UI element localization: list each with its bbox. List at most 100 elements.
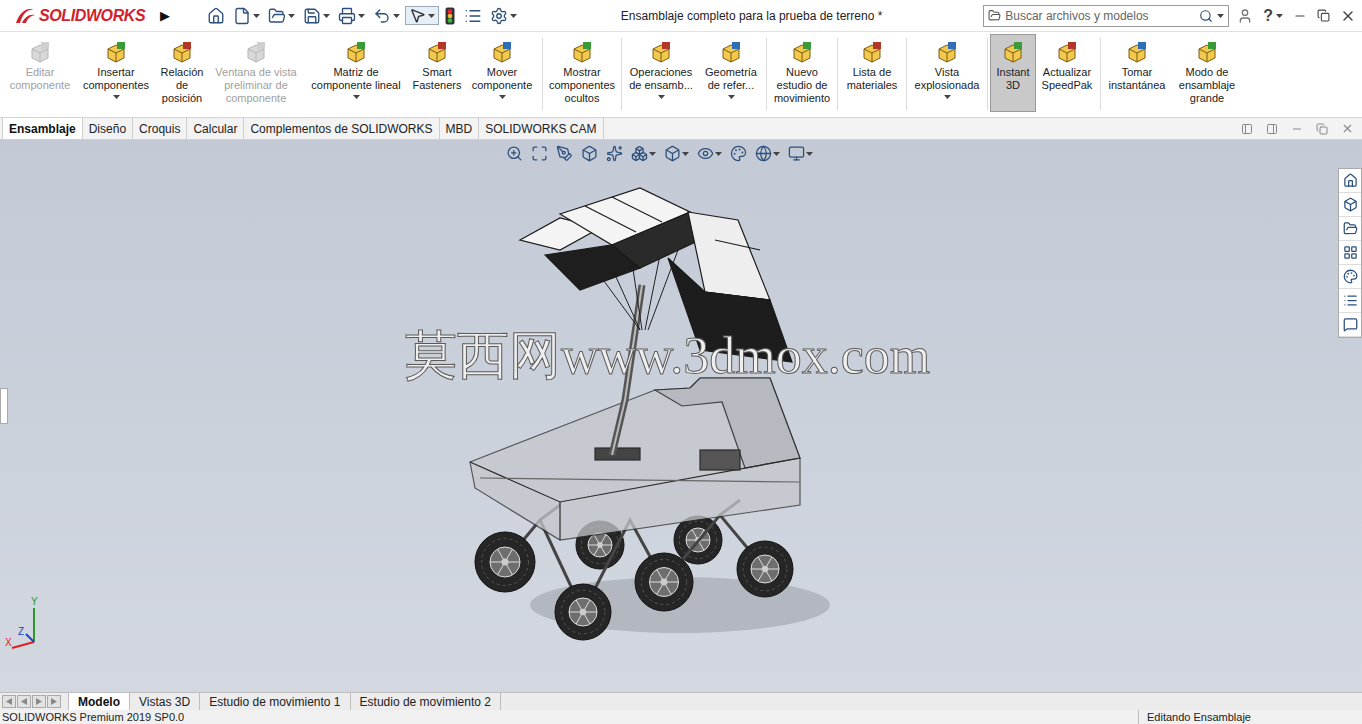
command-tab[interactable]: Calcular [187, 118, 244, 139]
task-pane-tabs [1338, 168, 1362, 338]
menu-toggle[interactable]: ▶ [160, 6, 178, 26]
caret-icon [773, 152, 780, 156]
appearances-icon [1343, 269, 1358, 284]
command-tab[interactable]: Complementos de SOLIDWORKS [244, 118, 439, 139]
wheel [635, 553, 693, 611]
command-tab[interactable]: MBD [440, 118, 480, 139]
ribbon-button[interactable]: Lista de materiales [840, 34, 904, 112]
home[interactable] [204, 7, 228, 25]
command-tab[interactable]: Ensamblaje [2, 118, 83, 139]
command-tab[interactable]: Diseño [83, 118, 133, 139]
ribbon-button[interactable]: Instant 3D [990, 34, 1036, 112]
command-icon [491, 41, 513, 63]
task-pane-tab[interactable] [1339, 217, 1361, 241]
ribbon-button[interactable]: Tomar instantánea [1103, 34, 1171, 112]
arrow-icon [21, 698, 27, 705]
section-view[interactable] [581, 145, 598, 162]
edit-mode: Editando Ensamblaje [1138, 710, 1362, 724]
bottom-tab[interactable]: Estudio de movimiento 2 [351, 693, 501, 710]
ribbon-button[interactable]: Insertar componentes [78, 34, 154, 112]
ribbon-button[interactable]: Vista explosionada [909, 34, 985, 112]
tab-scroll-button[interactable] [17, 695, 31, 708]
caret-icon [499, 95, 506, 99]
print[interactable] [335, 7, 368, 25]
task-pane-tab[interactable] [1339, 169, 1361, 193]
panel-handle[interactable] [0, 388, 8, 424]
resources-icon [1343, 173, 1358, 188]
ribbon-separator [766, 38, 767, 110]
bottom-tab[interactable]: Estudio de movimiento 1 [200, 693, 350, 710]
command-tabs: EnsamblajeDiseñoCroquisCalcularComplemen… [0, 118, 1362, 140]
ribbon-button[interactable]: Mostrar componentes ocultos [545, 34, 619, 112]
display-style[interactable] [664, 145, 689, 162]
view-orientation[interactable] [631, 145, 656, 162]
zoom-to-fit[interactable] [506, 145, 523, 162]
logo[interactable]: SOLIDWORKS [14, 4, 154, 28]
chassis [470, 378, 800, 540]
undo[interactable] [370, 7, 403, 25]
apply-scene[interactable] [755, 145, 780, 162]
caret-icon [806, 152, 813, 156]
ribbon-button[interactable]: Nuevo estudio de movimiento [769, 34, 835, 112]
help-button[interactable]: ? [1263, 4, 1283, 28]
ribbon-separator [1100, 38, 1101, 110]
rover-model[interactable] [0, 140, 1362, 692]
doc-minimize-icon[interactable] [1291, 123, 1303, 135]
command-tab[interactable]: Croquis [133, 118, 187, 139]
ribbon-button[interactable]: Matriz de componente lineal [302, 34, 410, 112]
bottom-tab[interactable]: Vistas 3D [130, 693, 200, 710]
heads-up-toolbar [506, 145, 813, 162]
command-icon [936, 41, 958, 63]
ribbon-button[interactable]: Actualizar SpeedPak [1036, 34, 1098, 112]
panel-right-icon[interactable] [1266, 123, 1278, 135]
open-file[interactable] [265, 7, 298, 25]
new-file[interactable] [230, 7, 263, 25]
panel-left-icon[interactable] [1241, 123, 1253, 135]
task-pane-tab[interactable] [1339, 265, 1361, 289]
command-manager: Editar componenteInsertar componentesRel… [0, 32, 1362, 118]
bottom-tab[interactable]: Modelo [68, 693, 130, 710]
view-settings[interactable] [788, 145, 813, 162]
command-icon [1056, 41, 1078, 63]
minimize-icon[interactable] [1293, 9, 1307, 23]
doc-close-icon[interactable] [1341, 122, 1354, 135]
user-icon[interactable] [1237, 8, 1253, 24]
ribbon-button[interactable]: Relación de posición [154, 34, 210, 112]
select[interactable] [405, 6, 439, 25]
ds-logo-icon [14, 7, 36, 25]
ribbon-button[interactable]: Ventana de vista preliminar de component… [210, 34, 302, 112]
ribbon-button[interactable]: Smart Fasteners [410, 34, 464, 112]
product-version: SOLIDWORKS Premium 2019 SP0.0 [0, 710, 1138, 724]
file-properties[interactable] [461, 7, 485, 25]
ribbon-button[interactable]: Editar componente [2, 34, 78, 112]
save[interactable] [300, 7, 333, 25]
tab-scroll-button[interactable] [47, 695, 61, 708]
edit-appearance-icon [730, 145, 747, 162]
ribbon-button[interactable]: Geometría de refer... [698, 34, 764, 112]
caret-icon [658, 95, 665, 99]
previous-view[interactable] [556, 145, 573, 162]
edit-appearance[interactable] [730, 145, 747, 162]
task-pane-tab[interactable] [1339, 289, 1361, 313]
doc-restore-icon[interactable] [1316, 123, 1328, 135]
task-pane-tab[interactable] [1339, 193, 1361, 217]
ribbon-button[interactable]: Modo de ensamblaje grande [1171, 34, 1243, 112]
tab-scroll-button[interactable] [2, 695, 16, 708]
options[interactable] [487, 7, 520, 25]
ribbon-button[interactable]: Mover componente [464, 34, 540, 112]
zoom-to-area[interactable] [531, 145, 548, 162]
tab-scroll-button[interactable] [32, 695, 46, 708]
print-icon [338, 7, 356, 25]
graphics-area[interactable]: 莫西网www.3dmox.comYZX [0, 140, 1362, 692]
task-pane-tab[interactable] [1339, 313, 1361, 337]
axis-triad: YZX [4, 594, 48, 652]
dynamic-annotation[interactable] [606, 145, 623, 162]
ribbon-button[interactable]: Operaciones de ensamb... [624, 34, 698, 112]
restore-icon[interactable] [1317, 9, 1330, 22]
search-box[interactable]: Buscar archivos y modelos [983, 5, 1229, 27]
close-icon[interactable] [1340, 8, 1356, 24]
rebuild[interactable] [441, 7, 459, 25]
hide-show[interactable] [697, 145, 722, 162]
task-pane-tab[interactable] [1339, 241, 1361, 265]
command-tab[interactable]: SOLIDWORKS CAM [479, 118, 603, 139]
